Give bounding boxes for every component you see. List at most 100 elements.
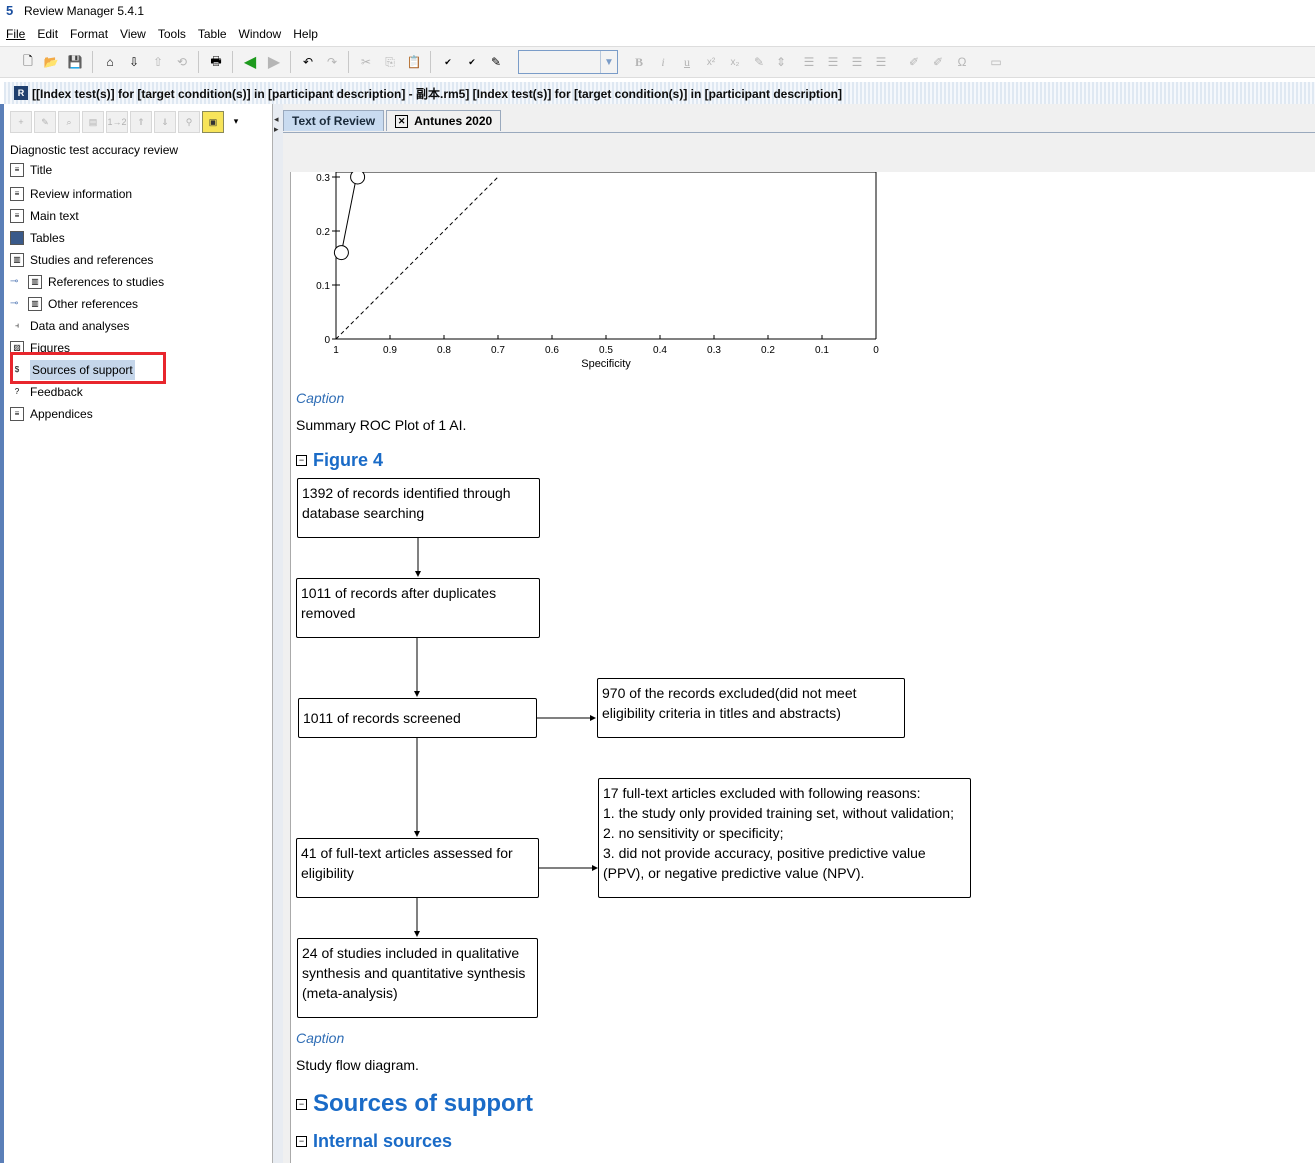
paste-icon[interactable]: 📋: [403, 51, 425, 73]
home-icon[interactable]: ⌂: [99, 51, 121, 73]
internal-sources-heading[interactable]: − Internal sources: [296, 1131, 452, 1152]
flow-box-after-duplicates[interactable]: 1011 of records after duplicates removed: [296, 578, 540, 638]
tree-item-tables[interactable]: Tables: [10, 228, 65, 248]
sources-of-support-heading[interactable]: − Sources of support: [296, 1090, 533, 1118]
save-icon[interactable]: 💾: [64, 51, 86, 73]
window-icon[interactable]: ▭: [985, 51, 1007, 73]
x-tick-label: 0.3: [707, 345, 721, 356]
line-spacing-icon[interactable]: ⇕: [770, 51, 792, 73]
collapse-toggle-icon[interactable]: −: [296, 1098, 307, 1110]
indent-icon[interactable]: ☰: [846, 51, 868, 73]
tab-text-of-review[interactable]: Text of Review: [283, 110, 385, 131]
edit-node-icon[interactable]: ✎: [34, 111, 56, 133]
x-tick-label: 0.9: [383, 345, 397, 356]
table-icon: [10, 231, 24, 245]
upload-icon[interactable]: ⇧: [147, 51, 169, 73]
menu-file[interactable]: File: [0, 27, 31, 41]
tree-item-data-and-analyses[interactable]: ⫞ Data and analyses: [10, 316, 129, 336]
print-icon[interactable]: 🖶: [205, 51, 227, 73]
tab-antunes-2020[interactable]: ✕ Antunes 2020: [386, 110, 502, 131]
tree-item-main-text[interactable]: ≡ Main text: [10, 206, 79, 226]
flow-box-excluded[interactable]: 970 of the records excluded(did not meet…: [597, 678, 905, 738]
new-file-icon[interactable]: 🗋: [17, 51, 39, 73]
superscript-icon[interactable]: x²: [700, 51, 722, 73]
close-icon[interactable]: ✕: [395, 114, 409, 128]
menu-edit[interactable]: Edit: [31, 27, 64, 41]
tree-item-title[interactable]: ≡ Title: [10, 160, 52, 180]
move-up-icon[interactable]: ⇑: [130, 111, 152, 133]
open-folder-icon[interactable]: 📂: [40, 51, 62, 73]
download-icon[interactable]: ⇩: [123, 51, 145, 73]
back-green-arrow-icon[interactable]: ◀: [239, 51, 261, 73]
tree-item-label: Title: [30, 163, 53, 177]
note-icon[interactable]: ✐: [903, 51, 925, 73]
internal-heading-label: Internal sources: [313, 1131, 453, 1151]
tree-item-label: Tables: [30, 231, 65, 245]
menu-table[interactable]: Table: [192, 27, 233, 41]
chevron-down-icon[interactable]: ▼: [600, 51, 617, 73]
collapse-toggle-icon[interactable]: −: [296, 455, 307, 466]
italic-icon[interactable]: i: [652, 51, 674, 73]
collapse-toggle-icon[interactable]: −: [296, 1136, 307, 1147]
tree-item-label: Studies and references: [30, 253, 154, 267]
figure3-caption-text[interactable]: Summary ROC Plot of 1 AI.: [296, 417, 466, 433]
x-tick-label: 1: [333, 345, 339, 356]
forward-arrow-icon[interactable]: ▶: [263, 51, 285, 73]
editor-header-area: [283, 133, 1315, 171]
flow-box-screened[interactable]: 1011 of records screened: [298, 698, 537, 738]
tree-root[interactable]: Diagnostic test accuracy review: [10, 140, 270, 160]
note-edit-icon[interactable]: ✐: [927, 51, 949, 73]
outdent-icon[interactable]: ☰: [870, 51, 892, 73]
move-down-icon[interactable]: ⇓: [154, 111, 176, 133]
highlight-icon[interactable]: ✎: [485, 51, 507, 73]
tree-item-references-to-studies[interactable]: ⊸ ▥ References to studies: [10, 272, 164, 292]
tree-item-studies-and-references[interactable]: ▥ Studies and references: [10, 250, 153, 270]
y-tick-label: 0.2: [316, 227, 330, 238]
menu-format[interactable]: Format: [64, 27, 114, 41]
renumber-icon[interactable]: 1→2: [106, 111, 128, 133]
undo-icon[interactable]: ↶: [297, 51, 319, 73]
figure4-heading[interactable]: − Figure 4: [296, 450, 383, 471]
pen-icon[interactable]: ✎: [748, 51, 770, 73]
x-tick-label: 0.7: [491, 345, 505, 356]
tree-item-feedback[interactable]: ? Feedback: [10, 382, 83, 402]
subscript-icon[interactable]: x₂: [724, 51, 746, 73]
bold-icon[interactable]: B: [628, 51, 650, 73]
app-icon: 5: [6, 3, 14, 18]
y-tick-label: 0.3: [316, 173, 330, 184]
expand-right-icon[interactable]: ▸: [274, 124, 279, 135]
flow-box-assessed[interactable]: 41 of full-text articles assessed for el…: [296, 838, 539, 898]
font-combo[interactable]: ▼: [518, 50, 618, 74]
properties-icon[interactable]: ▤: [82, 111, 104, 133]
chevron-down-icon[interactable]: ▾: [226, 111, 246, 131]
flow-box-identified[interactable]: 1392 of records identified through datab…: [297, 478, 540, 538]
cut-icon[interactable]: ✂: [355, 51, 377, 73]
menu-window[interactable]: Window: [233, 27, 288, 41]
spellcheck-icon[interactable]: ✔: [437, 51, 459, 73]
tree-item-review-information[interactable]: ≡ Review information: [10, 184, 132, 204]
import-icon[interactable]: ⟲: [171, 51, 193, 73]
tree-item-other-references[interactable]: ⊸ ▥ Other references: [10, 294, 138, 314]
spellcheck-abc-icon[interactable]: ✔: [461, 51, 483, 73]
numbered-list-icon[interactable]: ☰: [822, 51, 844, 73]
omega-symbol-icon[interactable]: Ω: [951, 51, 973, 73]
flow-box-included[interactable]: 24 of studies included in qualitative sy…: [297, 938, 538, 1018]
document-content[interactable]: 1 0.9 0.8 0.7 0.6 0.5 0.4 0.3 0.2 0.1 0 0 0.1 0.2 0.3 S…: [290, 172, 1315, 1163]
menu-view[interactable]: View: [114, 27, 152, 41]
bullet-list-icon[interactable]: ☰: [798, 51, 820, 73]
figure4-caption-text[interactable]: Study flow diagram.: [296, 1057, 419, 1073]
underline-icon[interactable]: u: [676, 51, 698, 73]
sticky-note-icon[interactable]: ▣: [202, 111, 224, 133]
find-node-icon[interactable]: ⌕: [58, 111, 80, 133]
flow-box-fulltext-excluded[interactable]: 17 full-text articles excluded with foll…: [598, 778, 971, 898]
copy-icon[interactable]: ⎘: [379, 51, 401, 73]
tree-item-appendices[interactable]: ≡ Appendices: [10, 404, 93, 424]
add-node-icon[interactable]: +: [10, 111, 32, 133]
x-tick-label: 0: [873, 345, 879, 356]
menu-tools[interactable]: Tools: [152, 27, 192, 41]
menu-help[interactable]: Help: [287, 27, 324, 41]
book-icon: ▥: [10, 253, 24, 267]
page-icon: ≡: [10, 163, 24, 177]
link-icon[interactable]: ⚲: [178, 111, 200, 133]
redo-icon[interactable]: ↷: [321, 51, 343, 73]
